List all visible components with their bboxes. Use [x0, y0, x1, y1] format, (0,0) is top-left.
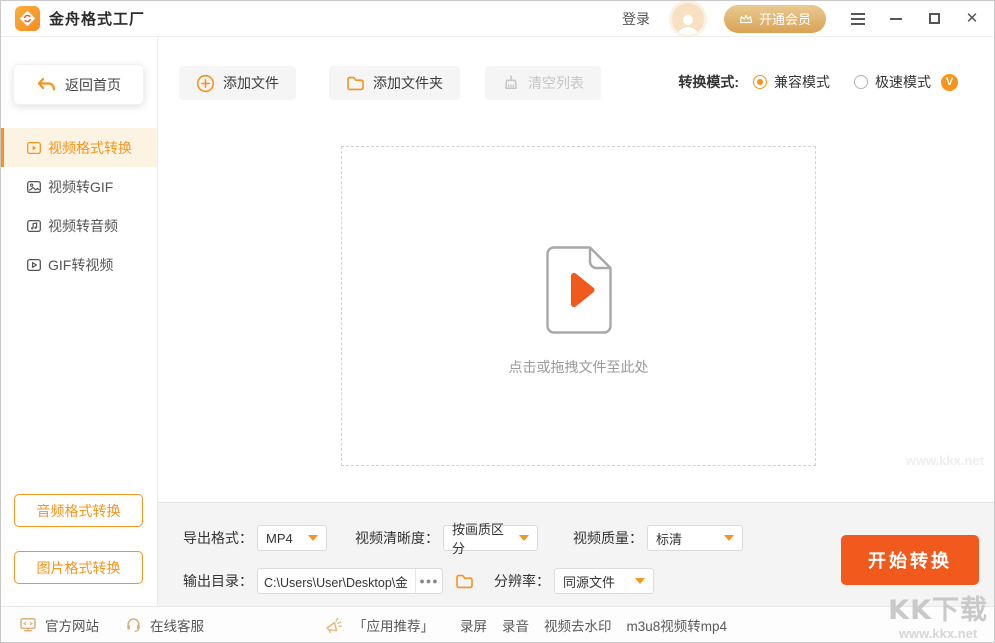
sidebar: 返回首页 视频格式转换 [1, 37, 158, 608]
app-window: 金舟格式工厂 登录 开通会员 [0, 0, 995, 643]
maximize-button[interactable] [926, 11, 942, 27]
login-link[interactable]: 登录 [622, 9, 650, 29]
export-format-value: MP4 [266, 531, 293, 546]
output-dir-label: 输出目录： [183, 571, 253, 591]
open-folder-button[interactable] [455, 573, 474, 590]
export-format-label: 导出格式： [183, 528, 253, 548]
close-button[interactable]: ✕ [964, 11, 980, 27]
sidebar-item-label: 视频格式转换 [48, 138, 132, 158]
app-title: 金舟格式工厂 [49, 8, 145, 29]
clarity-label: 视频清晰度： [355, 528, 439, 548]
resolution-select[interactable]: 同源文件 [554, 568, 654, 594]
add-folder-label: 添加文件夹 [373, 73, 443, 93]
back-arrow-icon [36, 76, 56, 94]
app-recommend-label: 「应用推荐」 [353, 615, 434, 635]
settings-panel: 导出格式： MP4 视频清晰度： 按画质区分 视频质量： 标清 输出目录： [158, 502, 995, 608]
radio-selected-icon [753, 75, 767, 89]
dropzone-hint: 点击或拖拽文件至此处 [509, 357, 649, 377]
video-file-icon [26, 140, 42, 156]
clarity-select[interactable]: 按画质区分 [443, 525, 538, 551]
sidebar-item-video-to-audio[interactable]: 视频转音频 [1, 206, 157, 245]
music-note-icon [26, 218, 42, 234]
sidebar-menu: 视频格式转换 视频转GIF [1, 128, 157, 284]
link-m3u8-to-mp4[interactable]: m3u8视频转mp4 [627, 615, 728, 635]
vip-button-label: 开通会员 [759, 9, 811, 28]
output-dir-more-button[interactable]: ●●● [415, 569, 442, 593]
sidebar-item-gif-to-video[interactable]: GIF转视频 [1, 245, 157, 284]
conversion-mode-row: 转换模式: 兼容模式 极速模式 V [678, 67, 958, 97]
sidebar-item-label: GIF转视频 [48, 255, 113, 275]
mode-option-label: 兼容模式 [774, 72, 830, 92]
settings-row-2: 输出目录： C:\Users\User\Desktop\金 ●●● 分辨率： 同… [183, 568, 654, 594]
chevron-down-icon [519, 535, 529, 541]
status-bar-links: 「应用推荐」 录屏 录音 视频去水印 m3u8视频转mp4 [324, 615, 727, 635]
vip-button[interactable]: 开通会员 [724, 5, 826, 33]
back-home-label: 返回首页 [65, 75, 121, 95]
online-support-label: 在线客服 [150, 615, 204, 635]
quality-value: 标清 [656, 529, 682, 548]
folder-icon [346, 75, 365, 92]
link-audio-record[interactable]: 录音 [502, 615, 529, 635]
headset-icon [125, 616, 142, 633]
mode-label: 转换模式: [678, 72, 739, 92]
sidebar-item-video-format-convert[interactable]: 视频格式转换 [1, 128, 157, 167]
back-home-button[interactable]: 返回首页 [13, 64, 144, 105]
file-toolbar: 添加文件 添加文件夹 清空列表 [179, 66, 601, 100]
audio-format-convert-button[interactable]: 音频格式转换 [14, 494, 143, 527]
image-format-convert-button[interactable]: 图片格式转换 [14, 551, 143, 584]
add-file-label: 添加文件 [223, 73, 279, 93]
vip-badge-icon: V [941, 74, 958, 91]
mode-option-fast[interactable]: 极速模式 [854, 72, 931, 92]
avatar[interactable] [672, 3, 704, 35]
official-site-link[interactable]: 官方网站 [19, 615, 99, 635]
play-video-icon [26, 257, 42, 273]
monitor-icon [19, 616, 37, 633]
official-site-label: 官方网站 [45, 615, 99, 635]
output-dir-input[interactable]: C:\Users\User\Desktop\金 ●●● [257, 568, 443, 594]
chevron-down-icon [724, 535, 734, 541]
export-format-select[interactable]: MP4 [257, 525, 327, 551]
sidebar-item-label: 视频转音频 [48, 216, 118, 236]
video-document-icon [545, 245, 613, 335]
clear-brush-icon [502, 74, 520, 92]
chevron-down-icon [635, 578, 645, 584]
app-recommend-link[interactable]: 「应用推荐」 [324, 615, 434, 635]
window-controls: ✕ [850, 11, 980, 27]
settings-row-1: 导出格式： MP4 视频清晰度： 按画质区分 视频质量： 标清 [183, 525, 743, 551]
title-bar: 金舟格式工厂 登录 开通会员 [1, 1, 994, 37]
file-dropzone[interactable]: 点击或拖拽文件至此处 [341, 146, 816, 466]
plus-circle-icon [196, 74, 215, 93]
status-bar: 官方网站 在线客服 [1, 606, 994, 642]
mode-option-compatible[interactable]: 兼容模式 [753, 72, 830, 92]
site-watermark-url: www.kkx.net [906, 453, 984, 468]
link-screen-record[interactable]: 录屏 [460, 615, 487, 635]
crown-icon [739, 13, 753, 25]
radio-unselected-icon [854, 75, 868, 89]
quality-label: 视频质量： [573, 528, 643, 548]
chevron-down-icon [308, 535, 318, 541]
online-support-link[interactable]: 在线客服 [125, 615, 204, 635]
link-remove-watermark[interactable]: 视频去水印 [544, 615, 612, 635]
sidebar-item-video-to-gif[interactable]: 视频转GIF [1, 167, 157, 206]
app-menu-icon[interactable] [850, 11, 866, 27]
start-convert-button[interactable]: 开始转换 [841, 535, 979, 585]
titlebar-right: 登录 开通会员 ✕ [622, 3, 980, 35]
clear-list-label: 清空列表 [528, 73, 584, 93]
clear-list-button[interactable]: 清空列表 [485, 66, 601, 100]
minimize-button[interactable] [888, 11, 904, 27]
clarity-value: 按画质区分 [452, 519, 511, 557]
quality-select[interactable]: 标清 [647, 525, 743, 551]
image-icon [26, 179, 42, 195]
output-dir-value: C:\Users\User\Desktop\金 [258, 572, 415, 591]
app-logo-icon [15, 6, 40, 31]
megaphone-icon [324, 616, 343, 634]
add-file-button[interactable]: 添加文件 [179, 66, 296, 100]
add-folder-button[interactable]: 添加文件夹 [329, 66, 460, 100]
main-area: 添加文件 添加文件夹 清空列表 [158, 37, 995, 608]
resolution-label: 分辨率： [494, 571, 550, 591]
resolution-value: 同源文件 [563, 572, 615, 591]
sidebar-item-label: 视频转GIF [48, 177, 113, 197]
mode-option-label: 极速模式 [875, 72, 931, 92]
